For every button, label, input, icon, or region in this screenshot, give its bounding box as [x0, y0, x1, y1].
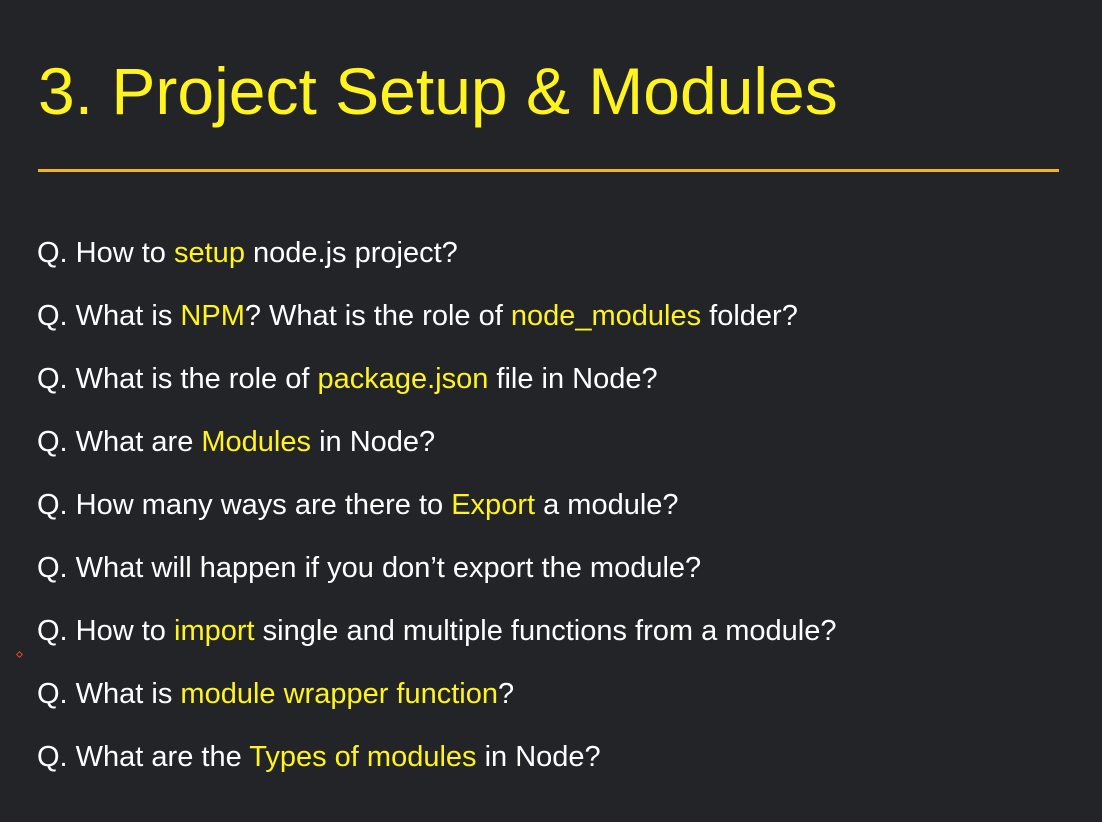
question-item: Q. How many ways are there to Export a m…: [37, 485, 837, 548]
question-text: Q. What are: [37, 426, 202, 458]
question-text: Q. What is: [37, 300, 181, 332]
question-item: Q. What are Modules in Node?: [37, 422, 837, 485]
question-text: Q. How to: [37, 615, 174, 647]
question-highlight: Modules: [201, 426, 312, 458]
question-highlight: setup: [174, 237, 245, 269]
title-underline: [38, 169, 1059, 172]
question-highlight: import: [174, 615, 255, 647]
question-highlight: node_modules: [510, 300, 702, 332]
question-item: Q. What is module wrapper function?: [37, 674, 837, 737]
question-text: Q. What is: [37, 678, 181, 710]
question-item: Q. How to import single and multiple fun…: [37, 611, 837, 674]
question-text: a module?: [535, 489, 679, 521]
question-list: Q. How to setup node.js project? Q. What …: [37, 233, 837, 800]
question-text: ? What is the role of: [244, 300, 511, 332]
pointer-marker-icon: [15, 650, 24, 659]
question-text: ?: [498, 678, 515, 710]
question-item: Q. What is the role of package.json file…: [37, 359, 837, 422]
question-highlight: NPM: [180, 300, 245, 332]
question-text: Q. What will happen if you don’t export …: [37, 552, 702, 584]
question-text: file in Node?: [488, 363, 658, 395]
question-highlight: package.json: [317, 363, 489, 395]
question-highlight: module wrapper function: [180, 678, 498, 710]
question-highlight: Export: [451, 489, 536, 521]
question-text: in Node?: [311, 426, 436, 458]
question-highlight: Types of modules: [249, 741, 477, 773]
question-text: single and multiple functions from a mod…: [254, 615, 837, 647]
question-item: Q. What will happen if you don’t export …: [37, 548, 837, 611]
question-text: folder?: [701, 300, 798, 332]
question-text: Q. What are the: [37, 741, 250, 773]
question-item: Q. How to setup node.js project?: [37, 233, 837, 296]
slide: 3. Project Setup & Modules Q. How to set…: [0, 0, 1102, 822]
question-text: Q. What is the role of: [37, 363, 318, 395]
question-text: Q. How to: [37, 237, 174, 269]
question-text: node.js project?: [244, 237, 458, 269]
question-item: Q. What are the Types of modules in Node…: [37, 737, 837, 800]
question-text: Q. How many ways are there to: [37, 489, 452, 521]
slide-title: 3. Project Setup & Modules: [38, 54, 838, 128]
question-item: Q. What is NPM? What is the role of node…: [37, 296, 837, 359]
question-text: in Node?: [476, 741, 601, 773]
